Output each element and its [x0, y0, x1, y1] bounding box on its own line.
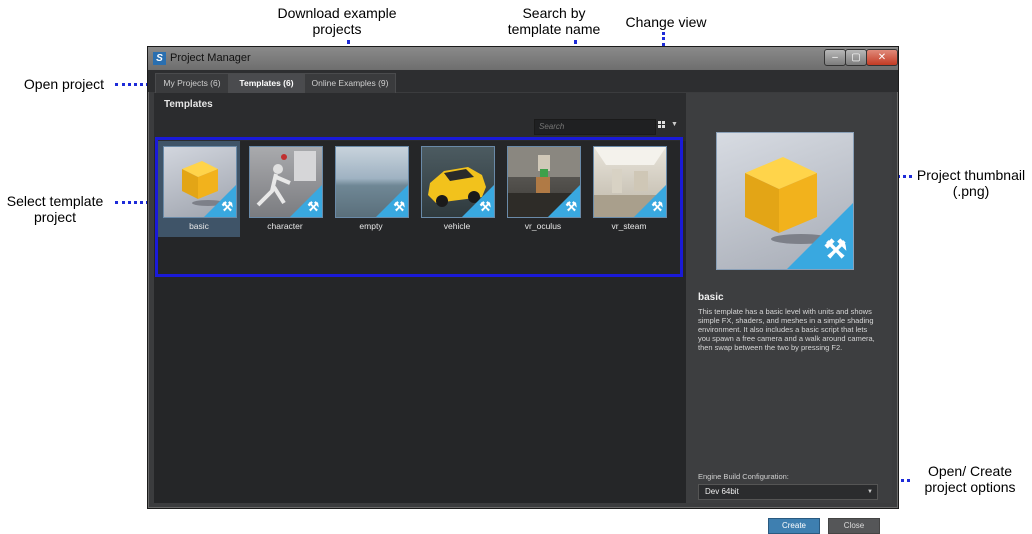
callout-select-template: Select template project	[0, 193, 110, 225]
tab-online-examples[interactable]: Online Examples (9)	[304, 73, 396, 93]
engine-config-value: Dev 64bit	[705, 487, 739, 496]
grid-view-icon[interactable]: ▼	[658, 119, 678, 133]
template-description: This template has a basic level with uni…	[698, 307, 875, 352]
callout-search-text: Search by template name	[507, 5, 601, 37]
hammer-icon: ⚒	[823, 234, 847, 264]
callout-open-create-text: Open/ Create project options	[924, 463, 1016, 495]
callout-open-project-text: Open project	[23, 76, 105, 92]
create-button[interactable]: Create	[768, 518, 820, 534]
project-manager-window: S Project Manager – ▢ ✕ My Projects (6) …	[147, 46, 899, 534]
select-template-highlight	[155, 137, 683, 277]
maximize-icon[interactable]: ▢	[845, 49, 867, 66]
tab-my-projects-label: My Projects (6)	[163, 78, 221, 88]
callout-change-view-text: Change view	[625, 14, 707, 30]
app-logo-icon: S	[153, 52, 166, 65]
callout-download-text: Download example projects	[277, 5, 397, 37]
tab-my-projects[interactable]: My Projects (6)	[155, 73, 229, 93]
tab-online-examples-label: Online Examples (9)	[311, 78, 389, 88]
callout-download-examples: Download example projects	[272, 5, 402, 37]
chevron-down-icon: ▼	[867, 489, 873, 495]
close-button[interactable]: Close	[828, 518, 880, 534]
tab-bar: My Projects (6) Templates (6) Online Exa…	[148, 70, 898, 93]
callout-thumbnail: Project thumbnail (.png)	[912, 167, 1030, 199]
close-icon[interactable]: ✕	[866, 49, 898, 66]
search-input[interactable]	[534, 119, 656, 135]
tab-templates-label: Templates (6)	[239, 78, 294, 88]
engine-config-select[interactable]: Dev 64bit ▼	[698, 484, 878, 500]
callout-thumbnail-text: Project thumbnail (.png)	[916, 167, 1026, 199]
engine-config-label: Engine Build Configuration:	[698, 472, 789, 481]
details-panel: ⚒ basic This template has a basic level …	[686, 93, 892, 534]
tab-templates[interactable]: Templates (6)	[229, 73, 304, 93]
project-thumbnail: ⚒	[716, 132, 854, 270]
templates-heading: Templates	[164, 99, 213, 110]
callout-change-view: Change view	[616, 14, 716, 30]
title-bar[interactable]: S Project Manager – ▢ ✕	[148, 47, 898, 70]
window-title: Project Manager	[170, 52, 251, 64]
minimize-icon[interactable]: –	[824, 49, 846, 66]
chevron-down-icon: ▼	[671, 121, 678, 128]
callout-search: Search by template name	[499, 5, 609, 37]
callout-open-project: Open project	[16, 76, 112, 92]
callout-open-create: Open/ Create project options	[910, 463, 1030, 495]
callout-select-template-text: Select template project	[6, 193, 104, 225]
template-title: basic	[698, 292, 724, 303]
